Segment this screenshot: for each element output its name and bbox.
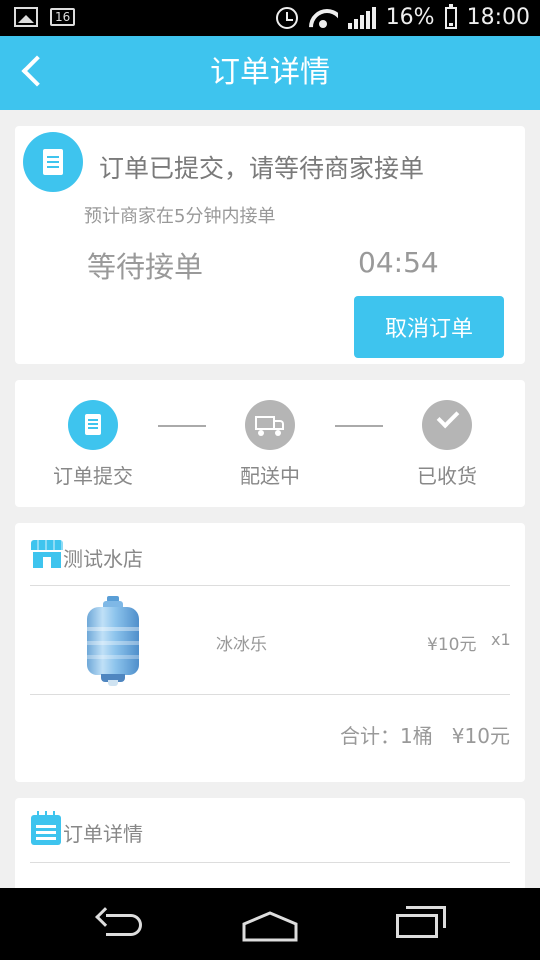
nav-home-icon[interactable] xyxy=(242,910,298,942)
checkmark-icon xyxy=(436,405,460,429)
order-status-title: 订单已提交，请等待商家接单 xyxy=(99,154,425,183)
order-status-card: 订单已提交，请等待商家接单 预计商家在5分钟内接单 等待接单 04:54 取消订… xyxy=(15,126,525,364)
step-label: 已收货 xyxy=(417,464,477,488)
shop-order-card: 测试水店 冰冰乐 ¥10元 x1 合计：1桶 ¥10元 xyxy=(15,523,525,782)
order-details-card: 订单详情 xyxy=(15,798,525,888)
notification-badge: 16 xyxy=(50,8,76,26)
signal-icon xyxy=(347,7,376,29)
document-icon xyxy=(85,414,101,435)
divider xyxy=(30,585,510,586)
system-nav-bar xyxy=(0,888,540,960)
store-icon xyxy=(31,540,63,568)
cancel-order-button[interactable]: 取消订单 xyxy=(354,296,504,358)
divider xyxy=(30,862,510,863)
status-bar: 16 16% 18:00 xyxy=(0,0,540,36)
progress-step-delivering: 配送中 xyxy=(210,400,330,489)
app-header: 订单详情 xyxy=(0,36,540,110)
step-label: 订单提交 xyxy=(53,464,133,488)
status-notifications: 16 xyxy=(14,7,76,27)
water-bottle-image xyxy=(85,596,141,688)
order-status-subtitle: 预计商家在5分钟内接单 xyxy=(84,206,276,227)
battery-icon xyxy=(444,4,457,29)
order-progress-card: 订单提交 配送中 已收货 xyxy=(15,380,525,507)
alarm-icon xyxy=(275,7,298,29)
order-state-label: 等待接单 xyxy=(87,250,204,284)
status-indicators: 16% 18:00 xyxy=(275,4,530,32)
document-icon xyxy=(43,149,63,175)
image-notification-icon xyxy=(14,7,38,27)
progress-step-submitted: 订单提交 xyxy=(33,400,153,489)
wifi-icon xyxy=(308,7,338,29)
progress-step-received: 已收货 xyxy=(387,400,507,489)
step-circle-delivering xyxy=(245,400,295,450)
nav-back-icon[interactable] xyxy=(95,907,146,940)
notepad-icon xyxy=(31,811,61,845)
product-quantity: x1 xyxy=(491,630,511,649)
progress-connector xyxy=(335,425,383,427)
details-section-title: 订单详情 xyxy=(63,822,143,846)
step-circle-submitted xyxy=(68,400,118,450)
nav-recent-apps-icon[interactable] xyxy=(396,906,448,940)
countdown-timer: 04:54 xyxy=(358,246,439,279)
clock: 18:00 xyxy=(466,5,530,30)
product-price: ¥10元 xyxy=(427,635,477,655)
page-title: 订单详情 xyxy=(210,55,330,90)
product-name: 冰冰乐 xyxy=(216,635,267,655)
progress-connector xyxy=(158,425,206,427)
shop-name: 测试水店 xyxy=(63,547,143,571)
divider xyxy=(30,694,510,695)
battery-percent: 16% xyxy=(385,5,435,30)
order-total: 合计：1桶 ¥10元 xyxy=(340,724,510,748)
order-document-icon xyxy=(23,132,83,192)
step-label: 配送中 xyxy=(240,464,300,488)
truck-icon xyxy=(255,416,275,430)
step-circle-received xyxy=(422,400,472,450)
